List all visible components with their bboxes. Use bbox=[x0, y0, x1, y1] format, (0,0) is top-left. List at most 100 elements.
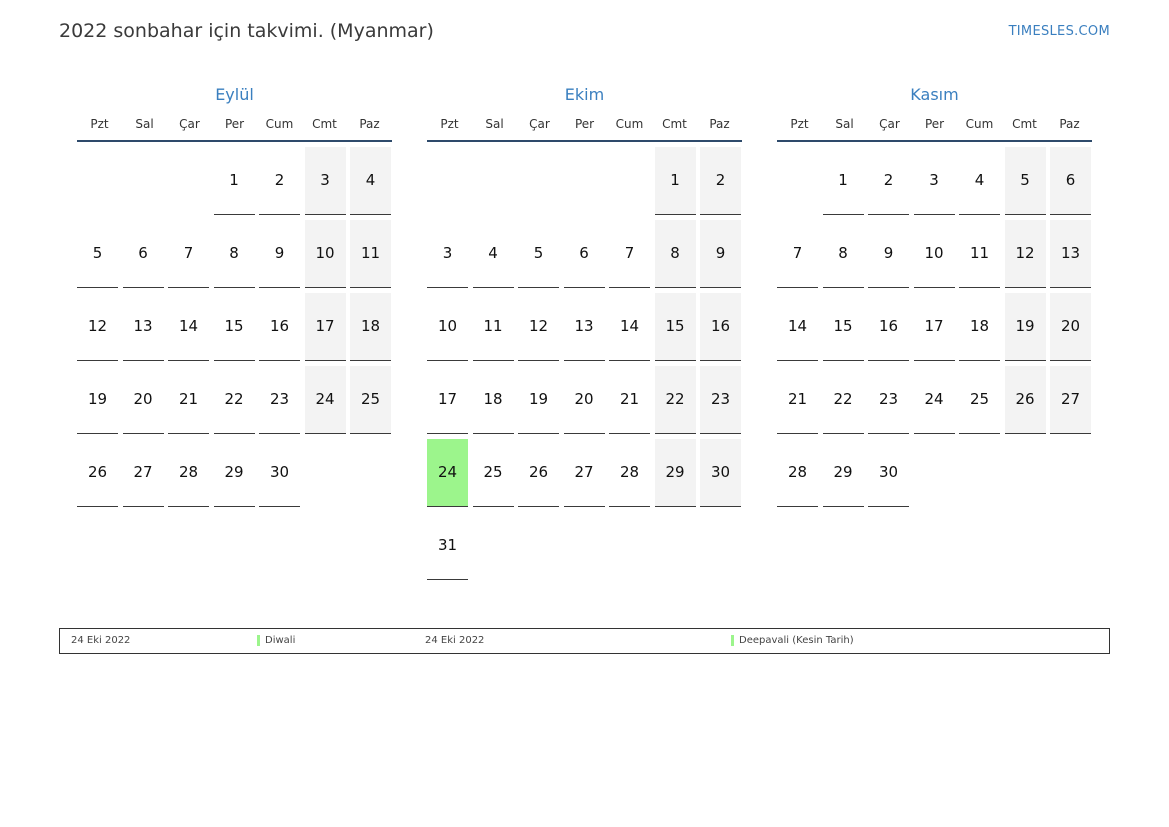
day-number: 26 bbox=[528, 463, 549, 481]
day-number: 21 bbox=[787, 390, 808, 408]
day-number: 16 bbox=[269, 317, 290, 335]
month-calendar: Kasım Pzt Sal Çar Per Cum Cmt Paz 1 2 3 4 5 6 7 8 9 10 11 1… bbox=[777, 83, 1092, 512]
day-cell: 4 bbox=[959, 147, 1000, 215]
weekday-label: Pzt bbox=[790, 116, 809, 131]
weekday-label: Cmt bbox=[312, 116, 337, 131]
day-cell: 28 bbox=[777, 439, 818, 507]
day-cell: 19 bbox=[77, 366, 118, 434]
day-cell-weekend: 15 bbox=[654, 293, 696, 361]
day-number: 8 bbox=[229, 244, 239, 262]
day-cell: 21 bbox=[777, 366, 818, 434]
day-number: 12 bbox=[87, 317, 108, 335]
day-cell: 3 bbox=[427, 220, 468, 288]
day-number: 14 bbox=[787, 317, 808, 335]
month-name: Eylül bbox=[215, 85, 254, 104]
weekday-label: Per bbox=[574, 116, 595, 131]
day-number: 2 bbox=[274, 171, 285, 189]
week-row: 21 22 23 24 25 26 27 bbox=[777, 366, 1092, 439]
week-row: 12 13 14 15 16 17 18 bbox=[77, 293, 392, 366]
day-cell-holiday: 24 bbox=[427, 439, 468, 507]
day-number: 17 bbox=[315, 317, 335, 335]
day-cell-weekend: 25 bbox=[350, 366, 391, 434]
brand-link[interactable]: TIMESLES.COM bbox=[1009, 24, 1110, 39]
empty-cell bbox=[609, 147, 650, 215]
day-number: 22 bbox=[224, 390, 244, 408]
day-number: 8 bbox=[670, 244, 680, 262]
weekday-label: Çar bbox=[879, 116, 900, 131]
day-cell: 1 bbox=[213, 147, 255, 215]
empty-cell bbox=[914, 439, 955, 507]
weekday-label: Pzt bbox=[90, 116, 109, 131]
day-cell: 4 bbox=[472, 220, 514, 288]
day-number: 2 bbox=[883, 171, 894, 189]
weekday-label: Cmt bbox=[662, 116, 687, 131]
week-row: 3 4 5 6 7 8 9 bbox=[427, 220, 742, 293]
day-number: 18 bbox=[483, 390, 503, 408]
day-cell-weekend: 2 bbox=[700, 147, 741, 215]
day-cell-weekend: 22 bbox=[654, 366, 696, 434]
day-cell: 14 bbox=[609, 293, 650, 361]
empty-cell bbox=[518, 512, 559, 580]
day-number: 12 bbox=[1015, 244, 1035, 262]
day-number: 2 bbox=[715, 171, 726, 189]
day-cell: 25 bbox=[959, 366, 1000, 434]
day-number: 17 bbox=[437, 390, 458, 408]
day-cell-weekend: 5 bbox=[1004, 147, 1046, 215]
day-cell: 3 bbox=[913, 147, 955, 215]
day-cell: 18 bbox=[472, 366, 514, 434]
day-number: 11 bbox=[483, 317, 503, 335]
legend-holiday-name: Deepavali (Kesin Tarih) bbox=[739, 635, 854, 646]
day-cell: 18 bbox=[959, 293, 1000, 361]
day-number: 17 bbox=[924, 317, 944, 335]
day-number: 3 bbox=[442, 244, 453, 262]
day-number: 18 bbox=[969, 317, 990, 335]
day-number: 10 bbox=[924, 244, 944, 262]
day-number: 10 bbox=[437, 317, 458, 335]
day-number: 27 bbox=[574, 463, 594, 481]
day-number: 6 bbox=[579, 244, 589, 262]
weekday-label: Paz bbox=[709, 116, 730, 131]
day-number: 15 bbox=[224, 317, 244, 335]
week-row: 19 20 21 22 23 24 25 bbox=[77, 366, 392, 439]
day-cell: 14 bbox=[777, 293, 818, 361]
day-cell-weekend: 4 bbox=[350, 147, 391, 215]
day-number: 24 bbox=[924, 390, 944, 408]
day-number: 9 bbox=[883, 244, 894, 262]
weekday-label: Cum bbox=[265, 116, 294, 131]
weekday-label: Sal bbox=[135, 116, 154, 131]
empty-cell bbox=[959, 439, 1000, 507]
day-cell: 19 bbox=[518, 366, 559, 434]
day-cell-weekend: 10 bbox=[304, 220, 346, 288]
day-number: 25 bbox=[483, 463, 503, 481]
weekday-label: Paz bbox=[359, 116, 380, 131]
day-number: 7 bbox=[183, 244, 194, 262]
week-row: 14 15 16 17 18 19 20 bbox=[777, 293, 1092, 366]
day-number: 3 bbox=[320, 171, 330, 189]
month-grid: 1 2 3 4 5 6 7 8 9 10 11 12 13 14 15 16 17 18 19 20 21 22 23 24 2… bbox=[77, 147, 392, 512]
day-cell: 26 bbox=[77, 439, 118, 507]
legend-color-marker bbox=[731, 635, 734, 646]
day-cell: 7 bbox=[168, 220, 209, 288]
day-number: 21 bbox=[619, 390, 640, 408]
day-number: 30 bbox=[269, 463, 290, 481]
day-cell: 23 bbox=[259, 366, 300, 434]
day-number: 11 bbox=[969, 244, 990, 262]
day-cell: 2 bbox=[868, 147, 909, 215]
weekday-label: Per bbox=[224, 116, 245, 131]
weekday-label: Cum bbox=[965, 116, 994, 131]
day-number: 16 bbox=[878, 317, 899, 335]
day-cell: 25 bbox=[472, 439, 514, 507]
day-number: 9 bbox=[715, 244, 726, 262]
day-cell: 8 bbox=[822, 220, 864, 288]
weekday-label: Sal bbox=[485, 116, 504, 131]
day-cell: 12 bbox=[77, 293, 118, 361]
day-cell: 17 bbox=[427, 366, 468, 434]
week-row: 1 2 3 4 5 6 bbox=[777, 147, 1092, 220]
day-cell: 10 bbox=[913, 220, 955, 288]
day-cell-weekend: 13 bbox=[1050, 220, 1091, 288]
day-number: 18 bbox=[360, 317, 381, 335]
day-cell: 9 bbox=[868, 220, 909, 288]
day-cell: 6 bbox=[122, 220, 164, 288]
day-cell: 7 bbox=[777, 220, 818, 288]
day-cell: 29 bbox=[213, 439, 255, 507]
